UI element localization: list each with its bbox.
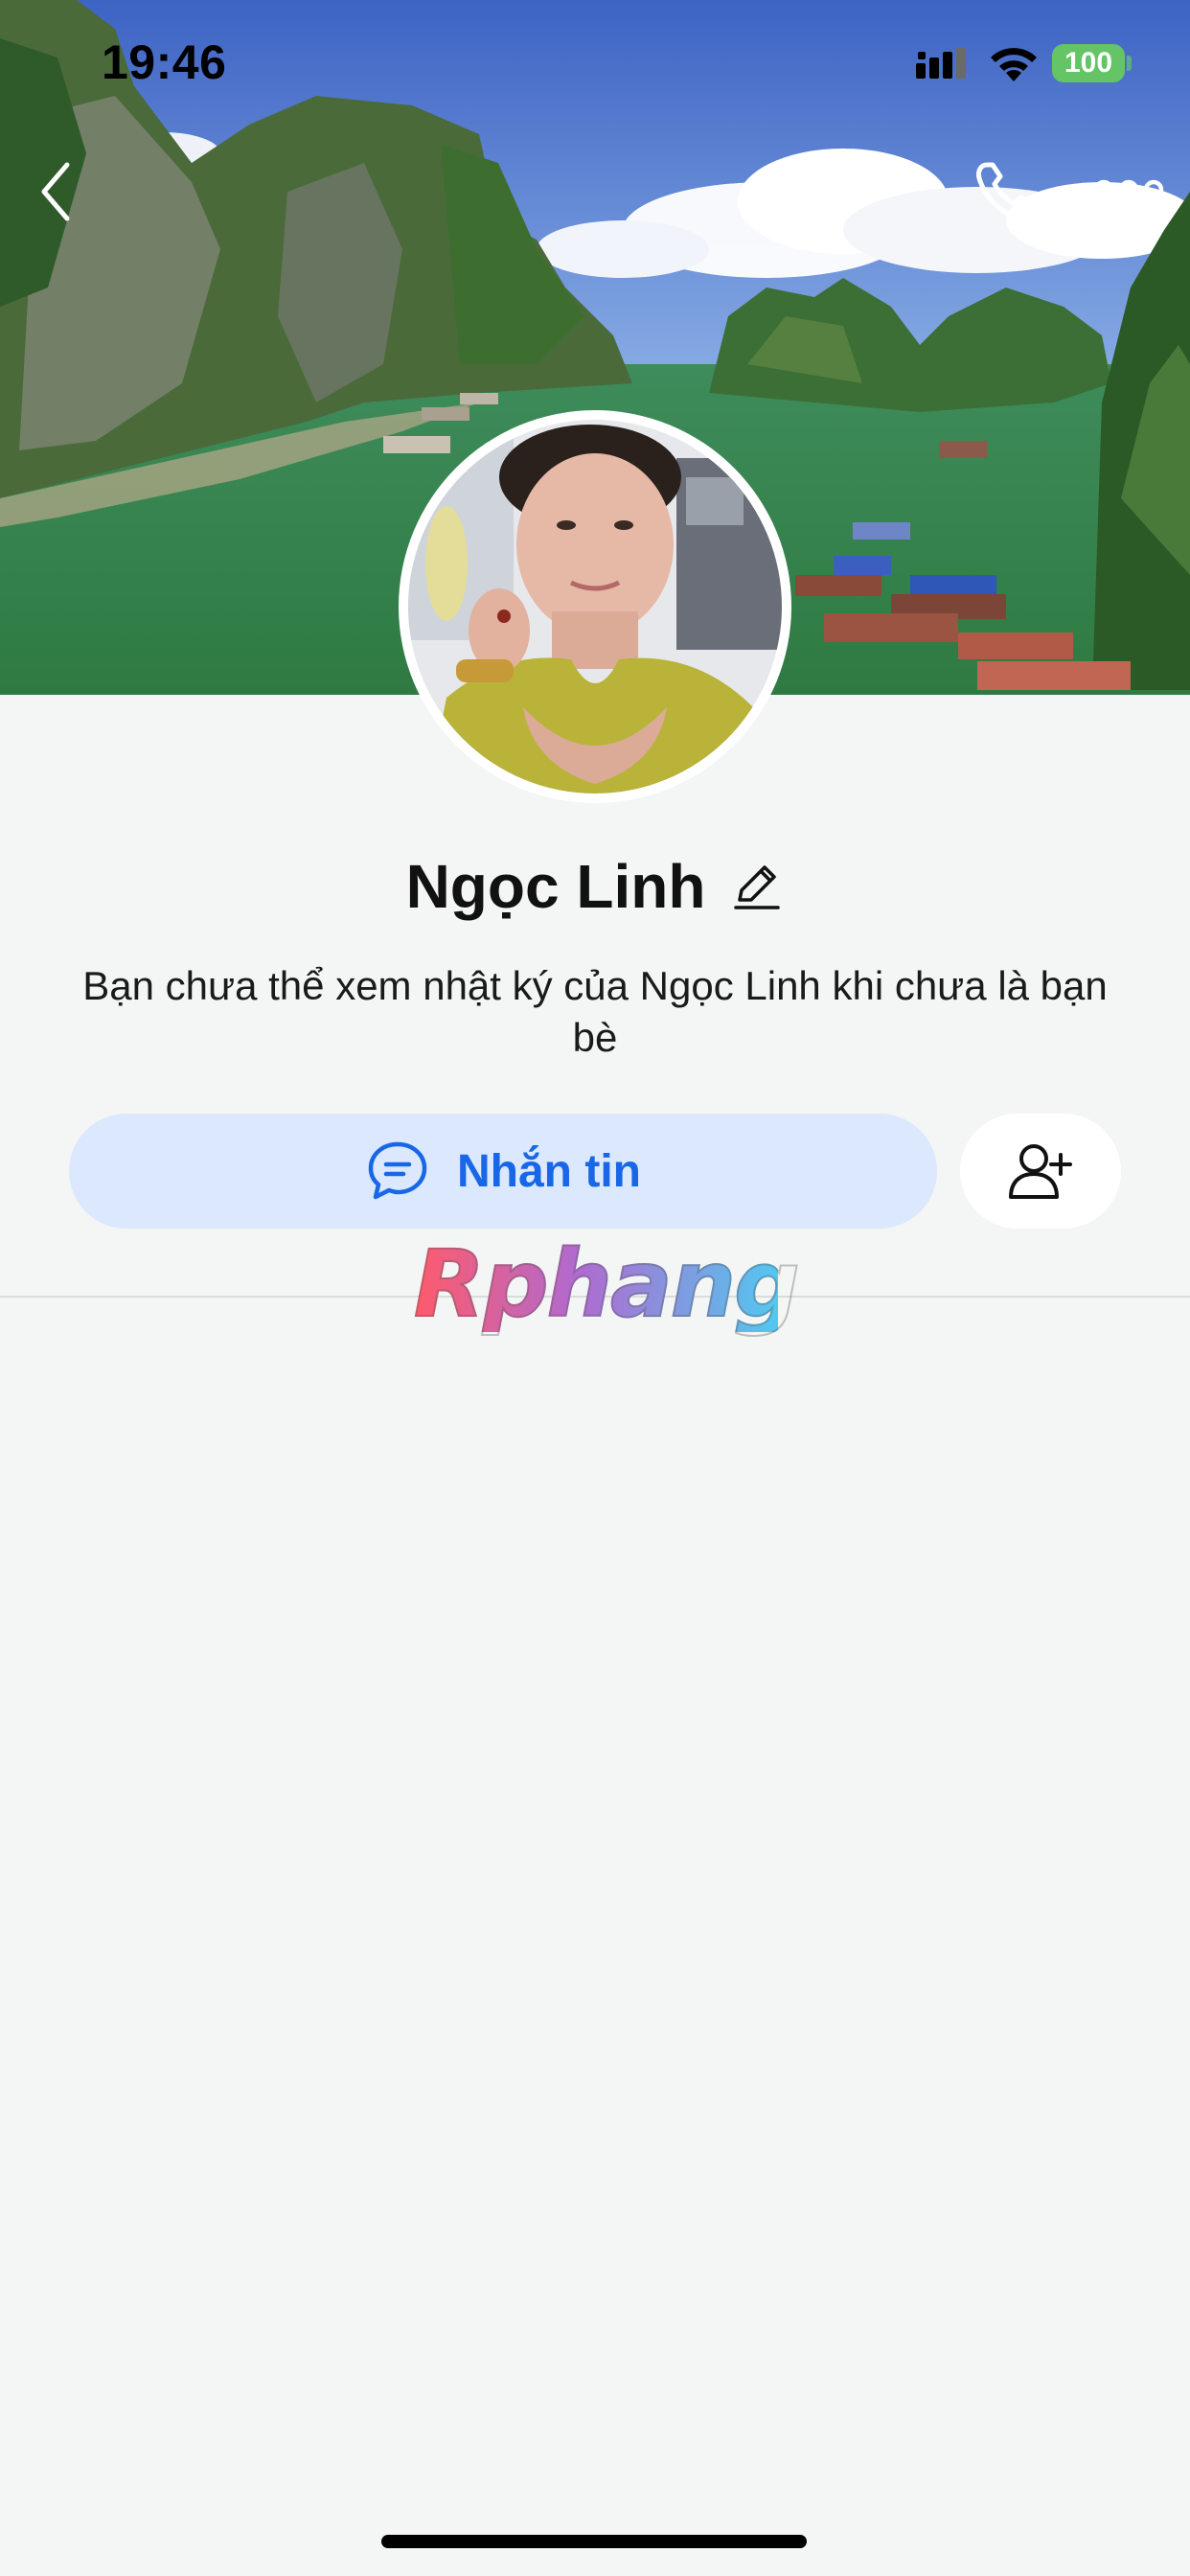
add-friend-button[interactable]: [960, 1114, 1121, 1229]
status-bar: 19:46 100: [0, 0, 1190, 125]
message-button-label: Nhắn tin: [457, 1145, 641, 1197]
name-row: Ngọc Linh: [0, 843, 1190, 930]
call-button[interactable]: [968, 153, 1044, 230]
battery-cap: [1127, 56, 1132, 71]
more-dots-icon: [1093, 179, 1164, 200]
watermark-logo: Rphang: [413, 1230, 801, 1338]
more-button[interactable]: [1090, 163, 1167, 220]
back-button[interactable]: [29, 153, 96, 230]
avatar[interactable]: [399, 410, 791, 803]
chat-bubble-icon: [368, 1141, 427, 1200]
profile-name: Ngọc Linh: [405, 852, 706, 921]
avatar-photo: [408, 420, 782, 794]
battery-icon: 100: [1052, 44, 1125, 82]
back-arrow-icon: [41, 162, 70, 221]
avatar-image: [408, 420, 782, 794]
home-indicator[interactable]: [381, 2535, 807, 2548]
phone-icon: [976, 162, 1036, 221]
message-button[interactable]: Nhắn tin: [69, 1114, 937, 1229]
privacy-note: Bạn chưa thể xem nhật ký của Ngọc Linh k…: [82, 963, 1108, 1060]
status-time: 19:46: [102, 35, 227, 89]
profile-screen: 19:46 100 Ngọc Linh Bạn chưa thể xem nhậ…: [0, 0, 1190, 2576]
edit-pencil-icon[interactable]: [726, 858, 784, 915]
add-friend-icon: [1009, 1144, 1072, 1199]
signal-icon: [916, 48, 966, 79]
wifi-icon: [991, 48, 1037, 81]
